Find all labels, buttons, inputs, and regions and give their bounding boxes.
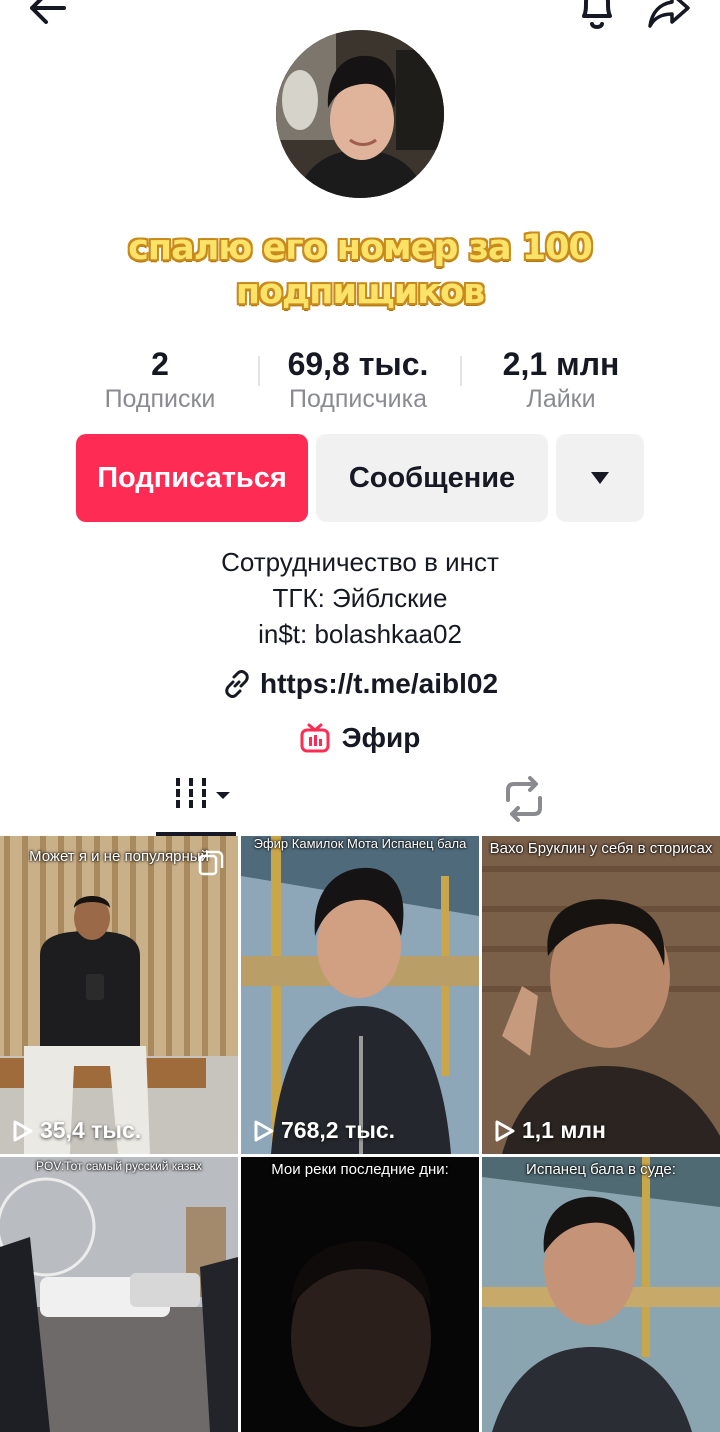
video-views-count: 1,1 млн xyxy=(522,1117,606,1143)
video-tile[interactable]: POV:Тот самый русский казах xyxy=(0,1157,238,1432)
video-thumbnail xyxy=(482,836,720,1154)
video-thumbnail xyxy=(482,1157,720,1432)
video-caption: Мои реки последние дни: xyxy=(271,1161,449,1178)
suggested-accounts-button[interactable] xyxy=(556,434,644,522)
avatar[interactable] xyxy=(276,30,444,198)
message-button[interactable]: Сообщение xyxy=(316,434,548,522)
live-entry[interactable]: Эфир xyxy=(0,720,720,756)
avatar-image xyxy=(276,30,444,198)
nickname-line-2: подпищиков xyxy=(235,272,485,312)
bio: Сотрудничество в инст ТГК: Эйблские in$t… xyxy=(0,544,720,652)
back-arrow-icon[interactable] xyxy=(24,0,72,30)
video-tile[interactable]: Вахо Бруклин у себя в сторисах 1,1 млн xyxy=(482,836,720,1154)
stat-following-label: Подписки xyxy=(104,385,216,413)
profile-tabs xyxy=(0,766,720,836)
video-caption: Вахо Бруклин у себя в сторисах xyxy=(489,840,713,857)
stat-likes-label: Лайки xyxy=(526,385,596,413)
video-tile[interactable]: Может я и не популярный 35,4 тыс. xyxy=(0,836,238,1154)
video-tile[interactable]: Мои реки последние дни: xyxy=(241,1157,479,1432)
live-label: Эфир xyxy=(341,722,421,753)
video-views: 35,4 тыс. xyxy=(12,1117,141,1144)
video-caption: POV:Тот самый русский казах xyxy=(35,1159,203,1173)
share-icon[interactable] xyxy=(644,0,694,32)
play-icon xyxy=(495,1120,515,1141)
repost-icon[interactable] xyxy=(496,774,552,824)
bio-line: Сотрудничество в инст xyxy=(221,547,499,577)
video-caption: Испанец бала в суде: xyxy=(526,1161,676,1178)
bell-icon[interactable] xyxy=(574,0,620,34)
stat-likes-value: 2,1 млн xyxy=(502,346,620,382)
video-thumbnail xyxy=(241,836,479,1154)
live-tv-icon xyxy=(300,723,330,753)
video-views: 768,2 тыс. xyxy=(253,1117,395,1144)
stat-likes[interactable]: 2,1 млн Лайки xyxy=(461,344,661,414)
play-icon xyxy=(13,1120,33,1141)
video-views: 1,1 млн xyxy=(494,1117,606,1144)
video-tile[interactable]: Эфир Камилок Мота Испанец бала 768,2 тыс… xyxy=(241,836,479,1154)
bio-link-text: https://t.me/aibl02 xyxy=(259,668,499,699)
pinned-multi-icon xyxy=(198,850,224,876)
play-icon xyxy=(254,1120,274,1141)
stat-followers-label: Подписчика xyxy=(288,385,427,413)
caret-down-icon xyxy=(591,472,609,484)
videos-grid-icon xyxy=(176,778,230,808)
bio-link[interactable]: https://t.me/aibl02 xyxy=(0,666,720,702)
video-grid: Может я и не популярный 35,4 тыс. Эфир К… xyxy=(0,836,720,1432)
stat-followers[interactable]: 69,8 тыс. Подписчика xyxy=(258,344,458,414)
tab-videos[interactable] xyxy=(156,766,236,836)
video-thumbnail xyxy=(0,1157,238,1432)
profile-stats: 2 Подписки 69,8 тыс. Подписчика 2,1 млн … xyxy=(0,344,720,416)
video-thumbnail xyxy=(0,836,238,1154)
video-views-count: 35,4 тыс. xyxy=(40,1117,142,1143)
video-thumbnail xyxy=(241,1157,479,1432)
nickname-line-1: спалю его номер за 100 xyxy=(128,228,593,268)
bio-line: in$t: bolashkaa02 xyxy=(258,619,462,649)
video-caption: Эфир Камилок Мота Испанец бала xyxy=(253,836,467,851)
link-icon xyxy=(225,670,249,698)
bio-line: ТГК: Эйблские xyxy=(272,583,448,613)
nickname: спалю его номер за 100 подпищиков xyxy=(80,226,640,314)
video-tile[interactable]: Испанец бала в суде: xyxy=(482,1157,720,1432)
stat-following[interactable]: 2 Подписки xyxy=(60,344,260,414)
stat-followers-value: 69,8 тыс. xyxy=(287,346,429,382)
follow-button[interactable]: Подписаться xyxy=(76,434,308,522)
video-views-count: 768,2 тыс. xyxy=(281,1117,396,1143)
stat-following-value: 2 xyxy=(151,346,169,382)
